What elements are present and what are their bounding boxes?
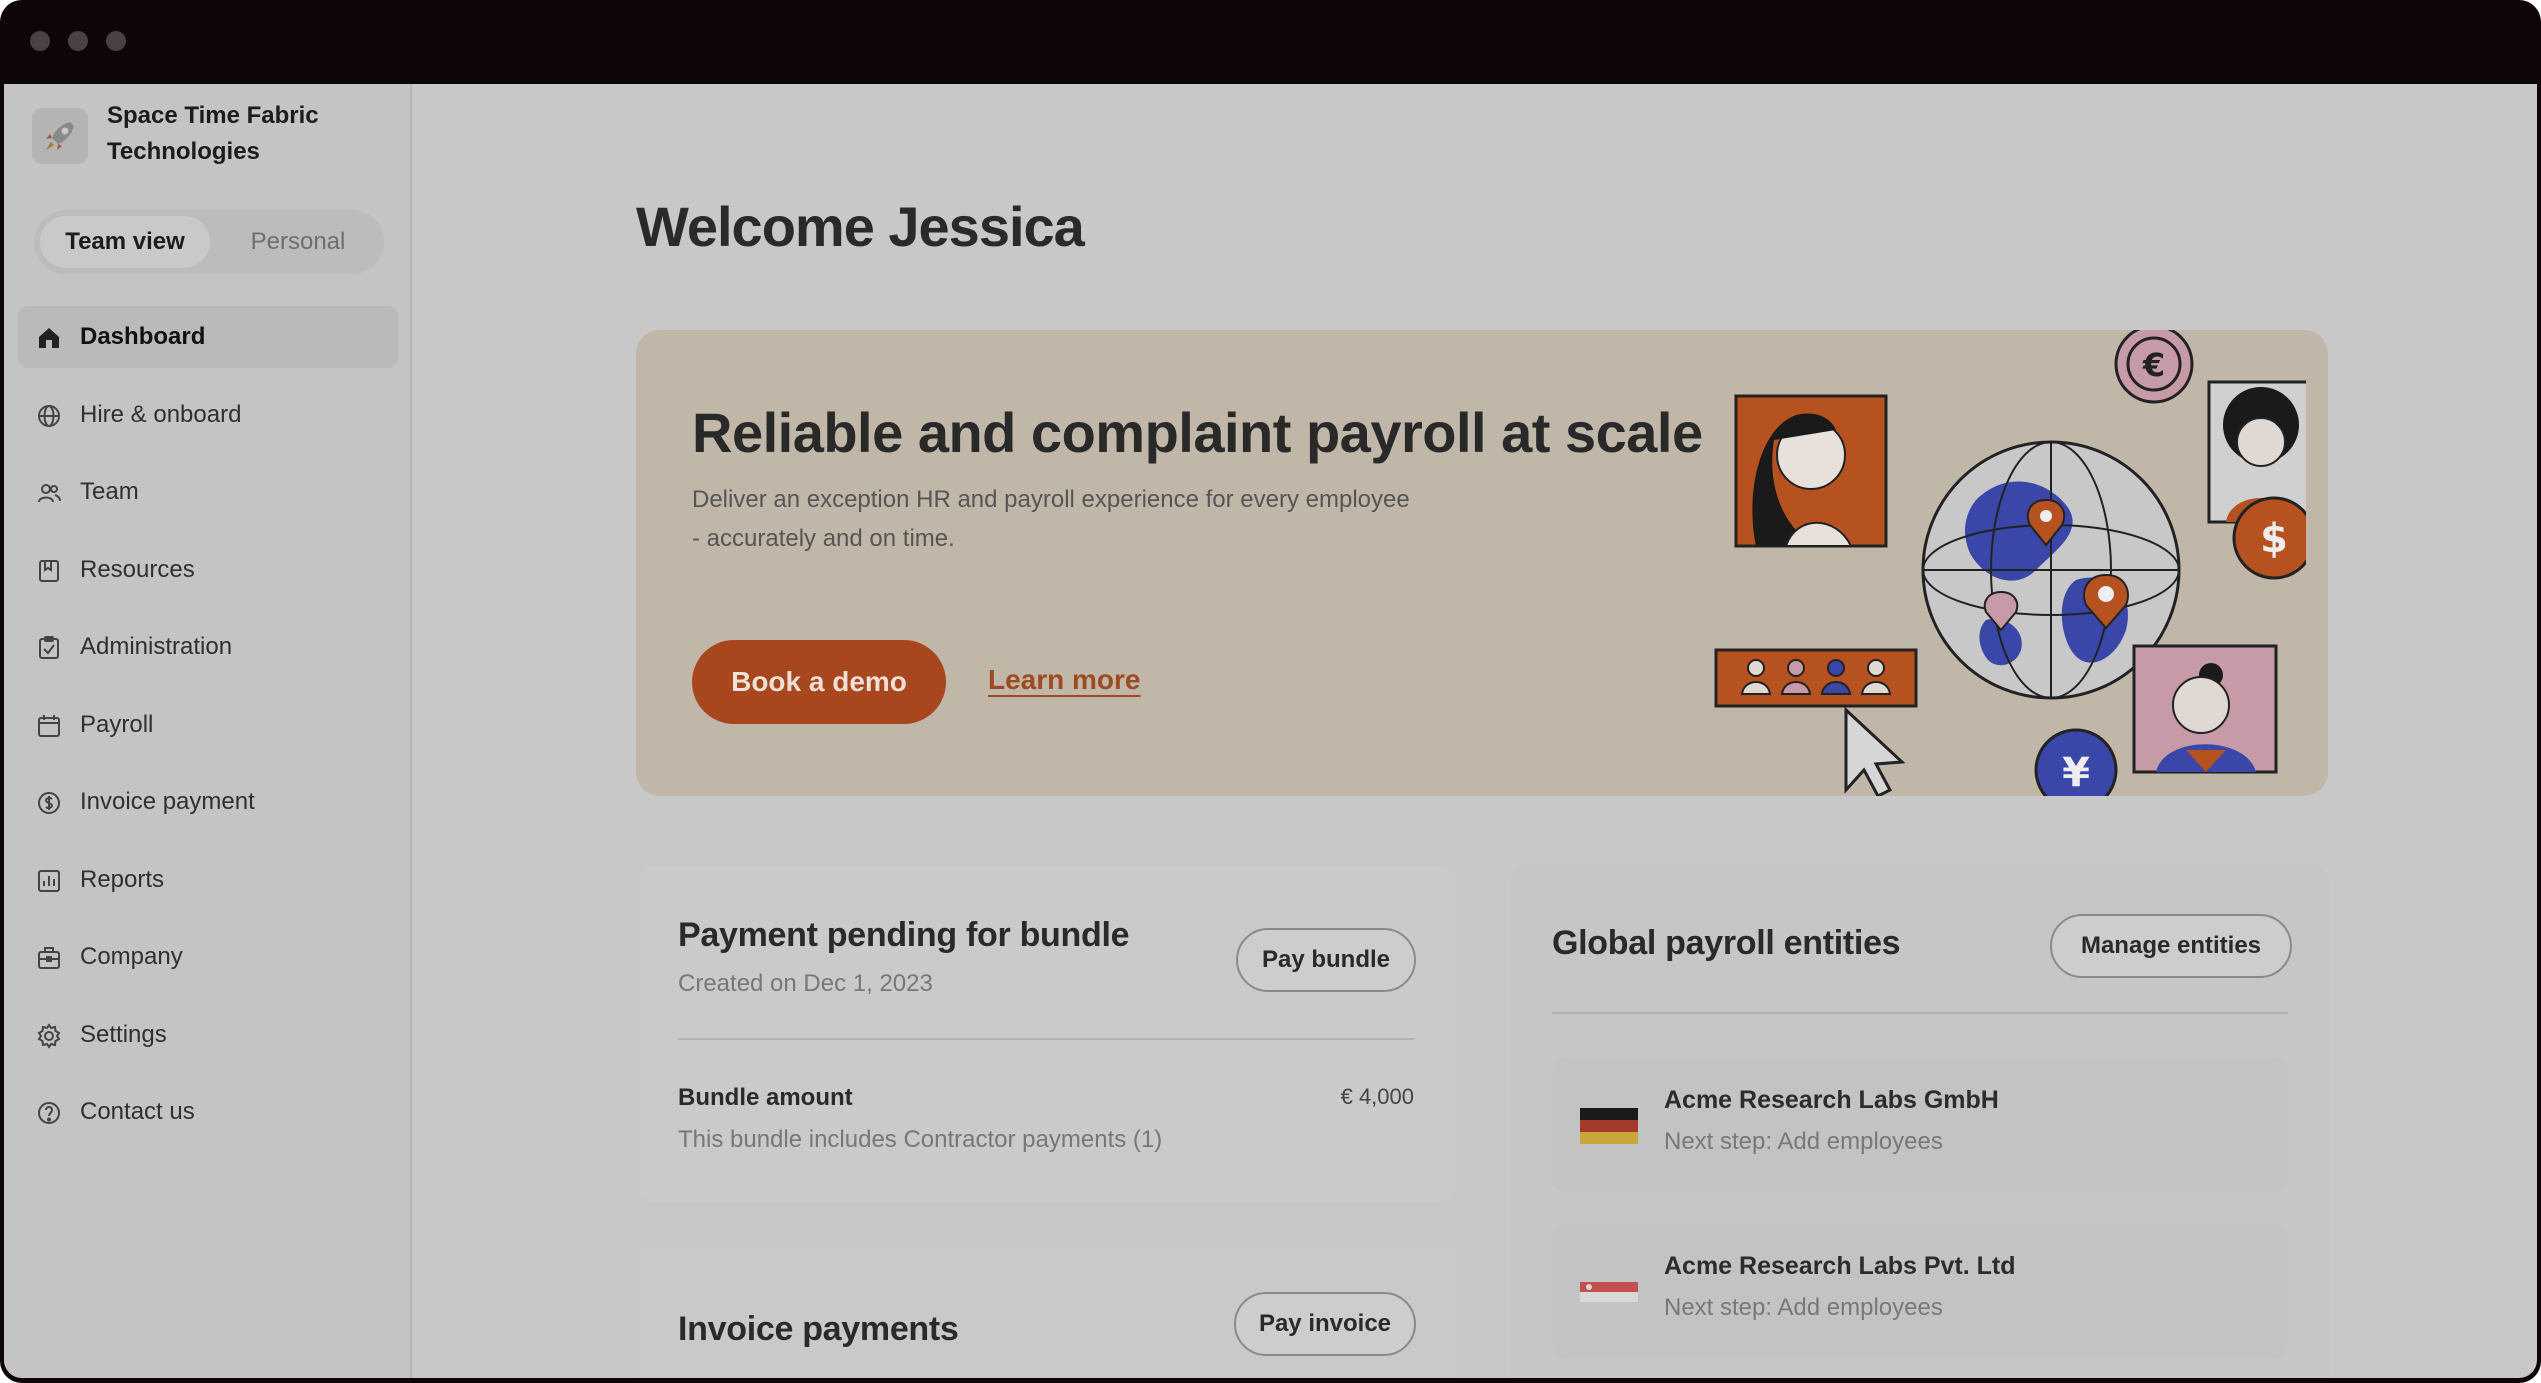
payroll-globe-illustration: € $ ¥ [1714,330,2306,796]
svg-text:¥: ¥ [2062,750,2090,796]
divider [678,1038,1414,1040]
learn-more-link[interactable]: Learn more [988,664,1141,696]
sidebar-item-hire-onboard[interactable]: Hire & onboard [18,384,398,446]
cursor-icon [1844,706,1906,796]
users-icon [38,484,61,503]
page-title: Welcome Jessica [636,195,1085,258]
sidebar-item-label: Administration [80,633,233,660]
company-name: Space Time Fabric Technologies [107,102,319,165]
maximize-window-control[interactable] [106,31,126,51]
bundle-amount-label: Bundle amount [678,1084,853,1111]
app-window: Space Time Fabric Technologies Team view… [0,0,2541,1383]
sidebar-item-label: Team [80,478,139,505]
sidebar-nav: Dashboard Hire & onboard Team Resources … [18,306,398,1159]
entity-next-step: Next step: Add employees [1664,1294,1943,1321]
singapore-flag-icon [1580,1282,1638,1302]
hero-title: Reliable and complaint payroll at scale [692,401,1703,464]
app-content: Space Time Fabric Technologies Team view… [4,84,2537,1378]
woman-avatar-card [1734,394,1888,548]
sidebar-item-label: Dashboard [80,323,206,350]
germany-flag-icon [1580,1108,1638,1144]
entities-card-title: Global payroll entities [1552,924,1901,962]
building-icon [38,947,60,969]
bundle-payment-card: Payment pending for bundle Created on De… [636,866,1456,1202]
hero-banner: Reliable and complaint payroll at scale … [636,330,2328,796]
sidebar-item-label: Payroll [80,710,154,738]
team-members-card [1714,648,1918,708]
bundle-card-title: Payment pending for bundle [678,916,1130,954]
sidebar: Space Time Fabric Technologies Team view… [4,84,412,1378]
svg-text:€: € [2142,346,2165,384]
sidebar-item-label: Company [80,943,183,970]
sidebar-item-label: Reports [80,865,165,893]
help-circle-icon [38,1102,60,1124]
rocket-icon[interactable] [32,108,88,164]
main-content: Welcome Jessica Reliable and complaint p… [410,84,2537,1378]
entity-row[interactable]: Acme Research Labs GmbH Next step: Add e… [1552,1058,2288,1192]
entity-next-step: Next step: Add employees [1664,1128,1943,1155]
sidebar-item-payroll[interactable]: Payroll [18,694,398,756]
invoice-payments-card: Invoice payments Pay invoice [636,1248,1456,1378]
sidebar-item-label: Hire & onboard [80,400,242,428]
manage-entities-button[interactable]: Manage entities [2050,914,2292,978]
pay-bundle-button[interactable]: Pay bundle [1236,928,1416,992]
book-icon [39,559,59,582]
global-payroll-entities-card: Global payroll entities Manage entities … [1510,866,2330,1378]
divider [1552,1012,2288,1014]
pay-invoice-button[interactable]: Pay invoice [1234,1292,1416,1356]
clipboard-check-icon [39,636,59,659]
sidebar-item-dashboard[interactable]: Dashboard [18,306,398,368]
dollar-circle-icon [38,792,60,814]
calendar-icon [38,714,60,737]
entity-name: Acme Research Labs Pvt. Ltd [1664,1252,2016,1280]
sidebar-item-label: Contact us [80,1098,195,1125]
personal-view-option[interactable]: Personal [220,216,376,268]
person-avatar-card [2132,644,2278,774]
euro-coin-icon: € [2114,330,2194,404]
sidebar-item-reports[interactable]: Reports [18,849,398,911]
bundle-amount-value: € 4,000 [1340,1084,1414,1109]
minimize-window-control[interactable] [68,31,88,51]
bundle-created-date: Created on Dec 1, 2023 [678,970,933,997]
dollar-coin-icon: $ [2232,496,2306,580]
globe-icon [38,404,60,427]
team-view-option[interactable]: Team view [40,216,210,268]
sidebar-item-label: Resources [80,555,195,583]
sidebar-item-company[interactable]: Company [18,926,398,988]
sidebar-item-contact-us[interactable]: Contact us [18,1081,398,1143]
sidebar-item-label: Invoice payment [80,788,255,815]
entity-row[interactable]: Acme Research Labs Pvt. Ltd Next step: A… [1552,1224,2288,1358]
svg-text:$: $ [2260,516,2288,562]
sidebar-item-invoice-payment[interactable]: Invoice payment [18,771,398,833]
close-window-control[interactable] [30,31,50,51]
entity-name: Acme Research Labs GmbH [1664,1086,1999,1114]
view-toggle: Team view Personal [34,210,384,274]
title-bar [0,0,2541,84]
sidebar-item-settings[interactable]: Settings [18,1004,398,1066]
bar-chart-icon [38,869,60,892]
gear-icon [37,1022,61,1049]
sidebar-item-resources[interactable]: Resources [18,539,398,601]
bundle-amount-note: This bundle includes Contractor payments… [678,1126,1163,1153]
sidebar-item-label: Settings [80,1020,167,1048]
invoice-card-title: Invoice payments [678,1310,959,1348]
sidebar-item-administration[interactable]: Administration [18,616,398,678]
yen-coin-icon: ¥ [2034,728,2118,796]
hero-subtitle: Deliver an exception HR and payroll expe… [692,486,1410,552]
home-icon [39,328,59,348]
book-demo-button[interactable]: Book a demo [692,640,946,724]
sidebar-item-team[interactable]: Team [18,461,398,523]
